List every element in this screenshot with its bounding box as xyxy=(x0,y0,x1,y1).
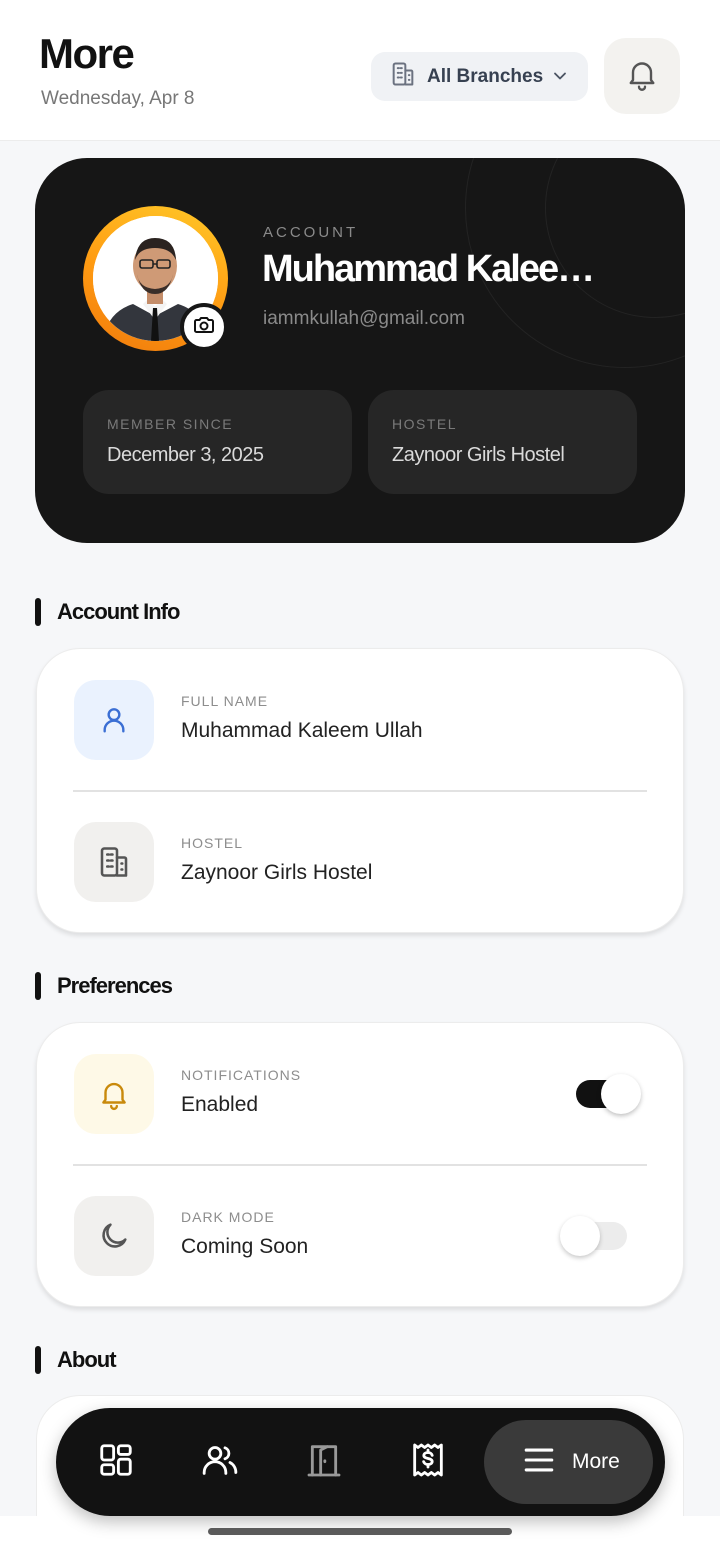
section-title-preferences: Preferences xyxy=(35,972,173,1000)
bell-icon xyxy=(74,1054,154,1134)
building-icon xyxy=(389,60,417,93)
branch-selector-label: All Branches xyxy=(427,65,544,87)
hostel-box: HOSTEL Zaynoor Girls Hostel xyxy=(368,390,637,494)
bottom-nav: More xyxy=(56,1408,665,1516)
building-icon xyxy=(74,822,154,902)
nav-more[interactable]: More xyxy=(484,1420,653,1504)
home-indicator[interactable] xyxy=(208,1528,512,1535)
stat-label: HOSTEL xyxy=(392,416,458,432)
nav-more-label: More xyxy=(572,1450,620,1473)
stat-value: Zaynoor Girls Hostel xyxy=(392,444,565,466)
receipt-dollar-icon xyxy=(408,1440,448,1485)
section-title-text: Preferences xyxy=(57,973,173,998)
full-name-row[interactable]: FULL NAME Muhammad Kaleem Ullah xyxy=(37,649,683,791)
nav-rooms[interactable] xyxy=(304,1442,344,1482)
section-title-text: About xyxy=(57,1347,117,1372)
member-since-box: MEMBER SINCE December 3, 2025 xyxy=(83,390,352,494)
notifications-row: NOTIFICATIONS Enabled xyxy=(37,1023,683,1165)
hostel-row[interactable]: HOSTEL Zaynoor Girls Hostel xyxy=(37,791,683,933)
row-value: Coming Soon xyxy=(181,1235,309,1258)
moon-icon xyxy=(74,1196,154,1276)
camera-icon xyxy=(192,313,216,342)
door-icon xyxy=(304,1440,344,1485)
preferences-card: NOTIFICATIONS Enabled DARK MODE Coming S… xyxy=(36,1022,684,1307)
row-label: FULL NAME xyxy=(181,693,269,709)
dashboard-icon xyxy=(97,1441,135,1484)
nav-users[interactable] xyxy=(200,1442,240,1482)
toggle-knob xyxy=(560,1216,600,1256)
row-label: NOTIFICATIONS xyxy=(181,1067,302,1083)
stat-value: December 3, 2025 xyxy=(107,444,264,466)
change-photo-button[interactable] xyxy=(180,303,228,351)
user-icon xyxy=(74,680,154,760)
page-title: More xyxy=(39,30,135,77)
chevron-down-icon xyxy=(550,66,570,91)
section-bar xyxy=(35,972,41,1000)
section-bar xyxy=(35,598,41,626)
users-icon xyxy=(200,1440,240,1485)
section-bar xyxy=(35,1346,41,1374)
bell-icon xyxy=(624,56,660,97)
account-name: Muhammad Kaleem ... xyxy=(262,248,622,290)
section-title-about: About xyxy=(35,1346,117,1374)
row-label: HOSTEL xyxy=(181,835,244,851)
row-value: Muhammad Kaleem Ullah xyxy=(181,719,423,742)
account-info-card: FULL NAME Muhammad Kaleem Ullah HOSTEL Z… xyxy=(36,648,684,933)
dark-mode-toggle[interactable] xyxy=(560,1216,627,1256)
stat-label: MEMBER SINCE xyxy=(107,416,234,432)
nav-dashboard[interactable] xyxy=(96,1442,136,1482)
notifications-toggle[interactable] xyxy=(576,1074,641,1114)
menu-icon xyxy=(522,1443,556,1482)
row-value: Enabled xyxy=(181,1093,259,1116)
row-value: Zaynoor Girls Hostel xyxy=(181,861,373,884)
dark-mode-row: DARK MODE Coming Soon xyxy=(37,1165,683,1307)
account-email: iammkullah@gmail.com xyxy=(263,308,465,329)
branch-selector[interactable]: All Branches xyxy=(371,52,588,101)
account-kicker: ACCOUNT xyxy=(263,224,359,241)
section-title-account-info: Account Info xyxy=(35,598,180,626)
top-header: More Wednesday, Apr 8 All Branches xyxy=(0,0,720,141)
page-date: Wednesday, Apr 8 xyxy=(41,88,195,109)
profile-card: ACCOUNT Muhammad Kaleem ... iammkullah@g… xyxy=(35,158,685,543)
toggle-knob xyxy=(601,1074,641,1114)
section-title-text: Account Info xyxy=(57,599,180,624)
notifications-button[interactable] xyxy=(604,38,680,114)
row-label: DARK MODE xyxy=(181,1209,275,1225)
nav-payments[interactable] xyxy=(408,1442,448,1482)
